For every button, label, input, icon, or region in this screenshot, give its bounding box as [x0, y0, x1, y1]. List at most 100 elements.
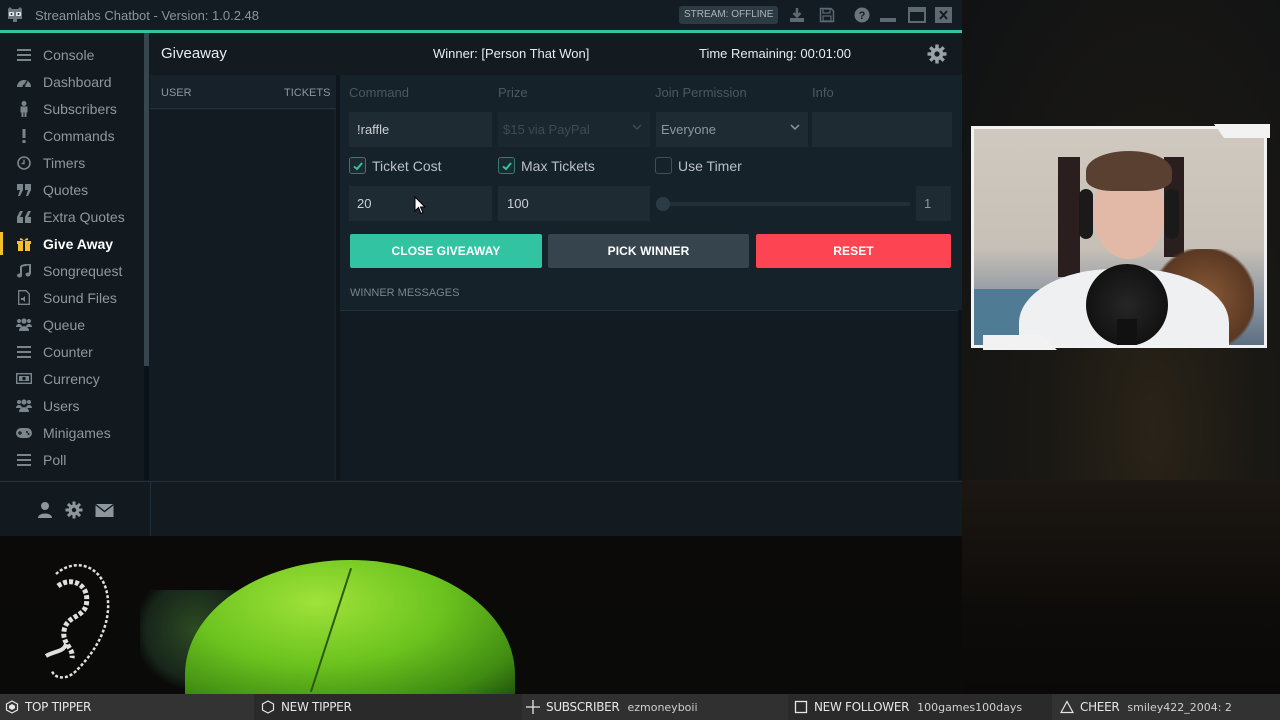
- mouse-cursor-icon: [414, 196, 426, 215]
- sidebar-item-users[interactable]: Users: [0, 392, 146, 419]
- use-timer-checkbox[interactable]: Use Timer: [655, 157, 742, 174]
- money-icon: [16, 371, 32, 387]
- timer-slider-track[interactable]: [656, 202, 910, 206]
- sidebar-item-poll[interactable]: Poll: [0, 446, 146, 473]
- help-button[interactable]: ?: [853, 6, 871, 24]
- ticker-top-tipper: TOP TIPPER: [5, 694, 91, 720]
- command-input[interactable]: !raffle: [349, 112, 492, 147]
- sidebar-item-queue[interactable]: Queue: [0, 311, 146, 338]
- sidebar-item-label: Extra Quotes: [43, 208, 125, 225]
- user-icon[interactable]: [36, 501, 54, 519]
- page-title: Giveaway: [161, 45, 227, 62]
- timer-value-input[interactable]: 1: [916, 186, 951, 221]
- winner-messages-label: WINNER MESSAGES: [350, 287, 460, 299]
- checkbox-unchecked[interactable]: [655, 157, 672, 174]
- sidebar-scrollbar-thumb[interactable]: [144, 33, 149, 366]
- exclamation-icon: [16, 128, 32, 144]
- sidebar-item-label: Minigames: [43, 424, 111, 441]
- max-tickets-checkbox[interactable]: Max Tickets: [498, 157, 595, 174]
- menu-lines-icon: [16, 344, 32, 360]
- svg-text:?: ?: [859, 10, 866, 22]
- join-permission-select[interactable]: Everyone: [656, 112, 808, 147]
- checkbox-checked[interactable]: [498, 157, 515, 174]
- ticker-subscriber: SUBSCRIBER ezmoneyboii: [526, 694, 698, 720]
- clock-icon: [16, 155, 32, 171]
- music-note-icon: [16, 263, 32, 279]
- sidebar-item-extra-quotes[interactable]: Extra Quotes: [0, 203, 146, 230]
- minimize-button[interactable]: [879, 6, 897, 24]
- ear-logo-icon: [44, 564, 110, 679]
- chevron-down-icon: [632, 124, 642, 131]
- close-icon: [934, 7, 952, 23]
- checkmark-icon: [352, 161, 363, 170]
- webcam-feed: [974, 129, 1264, 345]
- info-label: Info: [812, 85, 834, 100]
- webcam-frame: [971, 126, 1267, 348]
- settings-gear-icon[interactable]: [927, 44, 947, 64]
- gear-icon[interactable]: [65, 501, 83, 519]
- stream-background-corner: [962, 480, 1280, 694]
- sidebar-item-label: Timers: [43, 154, 86, 171]
- sidebar-item-timers[interactable]: Timers: [0, 149, 146, 176]
- download-button[interactable]: [788, 6, 806, 24]
- entrants-table-header: USER TICKETS: [150, 75, 336, 109]
- sidebar-item-give-away[interactable]: Give Away: [0, 230, 146, 257]
- sidebar-item-console[interactable]: Console: [0, 41, 146, 68]
- sidebar-item-songrequest[interactable]: Songrequest: [0, 257, 146, 284]
- hexagon-outline-icon: [261, 700, 275, 714]
- sidebar-item-minigames[interactable]: Minigames: [0, 419, 146, 446]
- winner-messages-scrollbar[interactable]: [958, 310, 962, 480]
- sidebar-item-dashboard[interactable]: Dashboard: [0, 68, 146, 95]
- close-button[interactable]: [934, 6, 952, 24]
- sidebar-item-label: Currency: [43, 370, 100, 387]
- sidebar-item-label: Poll: [43, 451, 67, 468]
- reset-button[interactable]: RESET: [756, 234, 951, 268]
- winner-messages-area[interactable]: [340, 310, 958, 480]
- sidebar-item-label: Quotes: [43, 181, 89, 198]
- sidebar-item-counter[interactable]: Counter: [0, 338, 146, 365]
- chatbot-window: Streamlabs Chatbot - Version: 1.0.2.48 S…: [0, 0, 962, 536]
- entrants-panel: USER TICKETS: [150, 75, 336, 480]
- sidebar-item-sound-files[interactable]: Sound Files: [0, 284, 146, 311]
- sidebar-item-label: Give Away: [43, 235, 114, 252]
- minimize-icon: [880, 18, 896, 22]
- ticket-cost-checkbox[interactable]: Ticket Cost: [349, 157, 442, 174]
- entrants-list[interactable]: [150, 110, 334, 480]
- triangle-outline-icon: [1060, 700, 1074, 714]
- audio-file-icon: [16, 290, 32, 306]
- stream-status-badge: STREAM: OFFLINE: [679, 6, 779, 24]
- max-tickets-input[interactable]: 100: [498, 186, 650, 221]
- column-tickets[interactable]: TICKETS: [284, 87, 330, 99]
- menu-lines-icon: [16, 47, 32, 63]
- prize-select[interactable]: $15 via PayPal: [498, 112, 650, 147]
- sidebar-nav: Console Dashboard Subscribers Commands Timer…: [0, 33, 150, 480]
- sidebar-item-label: Counter: [43, 343, 93, 360]
- sidebar-item-commands[interactable]: Commands: [0, 122, 146, 149]
- sidebar-item-subscribers[interactable]: Subscribers: [0, 95, 146, 122]
- gamepad-icon: [16, 425, 32, 441]
- ticker-new-follower: NEW FOLLOWER 100games100days: [794, 694, 1022, 720]
- sidebar-item-quotes[interactable]: Quotes: [0, 176, 146, 203]
- save-button[interactable]: [818, 6, 836, 24]
- sidebar-item-currency[interactable]: Currency: [0, 365, 146, 392]
- hexagon-filled-icon: [5, 700, 19, 714]
- timer-slider-thumb[interactable]: [656, 197, 670, 211]
- join-permission-label: Join Permission: [655, 85, 747, 100]
- sidebar-item-label: Console: [43, 46, 95, 63]
- quote-close-icon: [16, 182, 32, 198]
- column-user[interactable]: USER: [161, 87, 192, 99]
- plus-icon: [526, 700, 540, 714]
- close-giveaway-button[interactable]: CLOSE GIVEAWAY: [350, 234, 542, 268]
- info-input[interactable]: [812, 112, 952, 147]
- alert-ticker-bar: TOP TIPPER NEW TIPPER SUBSCRIBER ezmoney…: [0, 694, 1280, 720]
- winner-display: Winner: [Person That Won]: [433, 46, 590, 61]
- ticker-cheer: CHEER smiley422_2004: 2: [1060, 694, 1232, 720]
- checkbox-checked[interactable]: [349, 157, 366, 174]
- pick-winner-button[interactable]: PICK WINNER: [548, 234, 749, 268]
- ticker-new-tipper: NEW TIPPER: [261, 694, 352, 720]
- sidebar-scrollbar[interactable]: [144, 33, 149, 480]
- command-label: Command: [349, 85, 409, 100]
- envelope-icon[interactable]: [95, 501, 114, 519]
- maximize-button[interactable]: [908, 6, 926, 24]
- maximize-icon: [908, 7, 926, 23]
